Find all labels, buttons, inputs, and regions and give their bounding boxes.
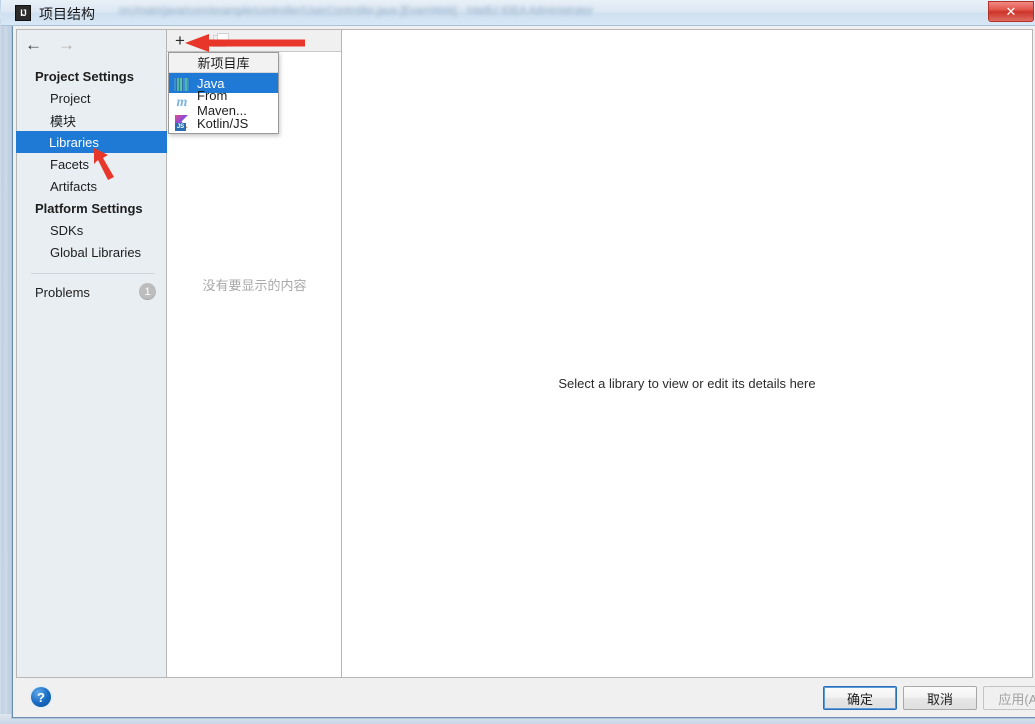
ok-button[interactable]: 确定	[823, 686, 897, 710]
libraries-list-panel: + 没有要显示的内容 新项目库 Java m From Maven... JS …	[167, 30, 342, 677]
forward-arrow-icon[interactable]: →	[58, 36, 75, 53]
problems-count-badge: 1	[139, 283, 156, 300]
java-icon	[174, 77, 190, 91]
libraries-toolbar: +	[167, 30, 341, 52]
intellij-logo-icon: IJ	[15, 5, 31, 21]
content-frame: ← → Project Settings Project 模块 Librarie…	[16, 29, 1033, 678]
sidebar-item-project[interactable]: Project	[17, 87, 166, 109]
new-library-menu: 新项目库 Java m From Maven... JS Kotlin/JS	[168, 52, 279, 134]
help-button[interactable]: ?	[31, 687, 51, 707]
sidebar-item-problems[interactable]: Problems 1	[17, 280, 166, 304]
library-detail-pane: Select a library to view or edit its det…	[342, 30, 1032, 677]
sidebar-item-modules[interactable]: 模块	[17, 109, 166, 131]
help-icon: ?	[37, 689, 45, 705]
project-structure-dialog: IJ 项目结构 src/main/java/com/example/contro…	[1, 0, 1035, 718]
sidebar-list: Project Settings Project 模块 Libraries Fa…	[16, 58, 167, 304]
menu-item-from-maven[interactable]: m From Maven...	[169, 88, 278, 118]
dialog-body: ← → Project Settings Project 模块 Librarie…	[13, 26, 1035, 681]
apply-button: 应用(A)	[983, 686, 1035, 710]
settings-sidebar: ← → Project Settings Project 模块 Librarie…	[16, 30, 167, 677]
sidebar-item-artifacts[interactable]: Artifacts	[17, 175, 166, 197]
sidebar-item-facets[interactable]: Facets	[17, 153, 166, 175]
close-button[interactable]: ✕	[988, 1, 1034, 22]
dialog-titlebar: IJ 项目结构 src/main/java/com/example/contro…	[1, 0, 1035, 26]
sidebar-item-libraries[interactable]: Libraries	[16, 131, 167, 153]
sidebar-group-project-settings: Project Settings	[35, 68, 134, 84]
cancel-button[interactable]: 取消	[903, 686, 977, 710]
navigation-row: ← →	[17, 30, 166, 58]
sidebar-item-sdks[interactable]: SDKs	[17, 219, 166, 241]
back-arrow-icon[interactable]: ←	[25, 36, 42, 53]
sidebar-group-platform-settings: Platform Settings	[35, 200, 143, 216]
dialog-title: 项目结构	[39, 6, 95, 22]
titlebar-ghost-text: src/main/java/com/example/controller/Use…	[119, 5, 594, 17]
menu-item-kotlin-js-label: Kotlin/JS	[197, 115, 249, 131]
logo-text: IJ	[20, 7, 26, 18]
kotlin-js-icon: JS	[174, 115, 190, 131]
menu-item-from-maven-label: From Maven...	[197, 88, 247, 118]
problems-label: Problems	[35, 284, 90, 300]
dialog-footer: ? 确定 取消 应用(A)	[13, 680, 1035, 717]
add-library-button[interactable]: +	[175, 32, 185, 49]
new-library-menu-header: 新项目库	[169, 53, 278, 73]
libraries-empty-message: 没有要显示的内容	[202, 278, 307, 293]
sidebar-divider	[31, 273, 154, 274]
sidebar-item-global-libraries[interactable]: Global Libraries	[17, 241, 166, 263]
library-detail-message: Select a library to view or edit its det…	[558, 376, 816, 391]
maven-icon: m	[176, 95, 188, 110]
copy-library-icon[interactable]	[212, 32, 229, 47]
close-icon: ✕	[1005, 4, 1017, 19]
